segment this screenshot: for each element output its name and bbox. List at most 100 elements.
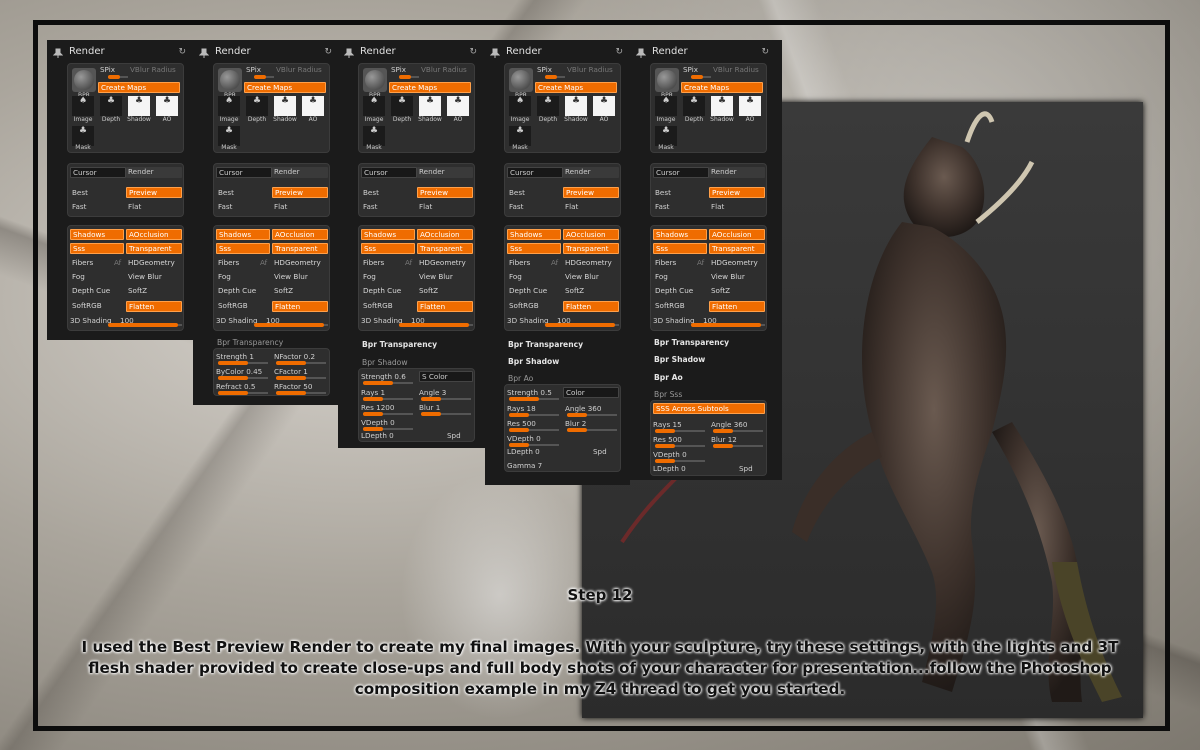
render-button[interactable]: Render (709, 167, 765, 178)
ao-map-thumb[interactable]: ♣ (447, 96, 469, 116)
ao-rays-slider[interactable] (509, 413, 559, 417)
ao-map-thumb[interactable]: ♣ (156, 96, 178, 116)
angle-slider[interactable] (421, 397, 471, 401)
spix-slider[interactable] (254, 75, 274, 79)
bpr-shadow-section[interactable]: Bpr Shadow (508, 357, 559, 366)
bpr-ao-section[interactable]: Bpr Ao (654, 373, 683, 382)
bpr-button[interactable]: BPR (655, 68, 679, 99)
ao-spd[interactable]: Spd (593, 446, 607, 457)
depth-map-thumb[interactable]: ♣ (391, 96, 413, 116)
ao-map-thumb[interactable]: ♣ (593, 96, 615, 116)
refresh-icon[interactable]: ↻ (324, 42, 332, 62)
aocclusion-toggle[interactable]: AOcclusion (417, 229, 473, 240)
ao-strength-slider[interactable] (509, 397, 559, 401)
spix-slider[interactable] (399, 75, 419, 79)
transparent-toggle[interactable]: Transparent (563, 243, 619, 255)
ao-ldepth[interactable]: LDepth 0 (507, 446, 540, 457)
aocclusion-toggle[interactable]: AOcclusion (709, 229, 765, 240)
aocclusion-toggle[interactable]: AOcclusion (272, 229, 328, 240)
ao-map-thumb[interactable]: ♣ (739, 96, 761, 116)
bpr-transparency-section[interactable]: Bpr Transparency (362, 340, 437, 349)
preview-button[interactable]: Preview (126, 187, 182, 198)
mask-map-thumb[interactable]: ♣ (218, 126, 240, 146)
softrgb-toggle[interactable]: SoftRGB (507, 301, 561, 312)
render-button[interactable]: Render (272, 167, 328, 178)
spix-slider[interactable] (108, 75, 128, 79)
flatten-toggle[interactable]: Flatten (709, 300, 765, 312)
flat-label[interactable]: Flat (128, 201, 141, 212)
shadows-toggle[interactable]: Shadows (653, 229, 707, 240)
ao-gamma[interactable]: Gamma 7 (507, 460, 542, 471)
flatten-toggle[interactable]: Flatten (417, 300, 473, 312)
hdgeometry-toggle[interactable]: HDGeometry (272, 258, 328, 269)
best-label[interactable]: Best (363, 187, 379, 198)
mask-map-thumb[interactable]: ♣ (655, 126, 677, 146)
cursor-button[interactable]: Cursor (216, 167, 272, 178)
mask-map-thumb[interactable]: ♣ (72, 126, 94, 146)
ao-res-slider[interactable] (509, 428, 559, 432)
shadow-map-thumb[interactable]: ♣ (274, 96, 296, 116)
depth-cue-toggle[interactable]: Depth Cue (70, 286, 124, 297)
blur-slider[interactable] (421, 412, 471, 416)
transparent-toggle[interactable]: Transparent (126, 243, 182, 255)
depth-map-thumb[interactable]: ♣ (100, 96, 122, 116)
fog-toggle[interactable]: Fog (653, 272, 707, 283)
softrgb-toggle[interactable]: SoftRGB (653, 301, 707, 312)
sss-blur-slider[interactable] (713, 444, 763, 448)
strength-slider[interactable] (218, 361, 268, 365)
flat-label[interactable]: Flat (565, 201, 578, 212)
best-label[interactable]: Best (655, 187, 671, 198)
shadow-map-thumb[interactable]: ♣ (128, 96, 150, 116)
sss-across-subtools-button[interactable]: SSS Across Subtools (653, 403, 765, 414)
ao-blur-slider[interactable] (567, 428, 617, 432)
fast-label[interactable]: Fast (363, 201, 377, 212)
transparent-toggle[interactable]: Transparent (417, 243, 473, 255)
best-label[interactable]: Best (72, 187, 88, 198)
aocclusion-toggle[interactable]: AOcclusion (563, 229, 619, 240)
sss-angle-slider[interactable] (713, 429, 763, 433)
create-maps-button[interactable]: Create Maps (535, 82, 617, 93)
bpr-button[interactable]: BPR (218, 68, 242, 99)
shadow-color-swatch[interactable]: S Color (419, 371, 473, 382)
bycolor-slider[interactable] (218, 376, 268, 380)
depth-map-thumb[interactable]: ♣ (246, 96, 268, 116)
bpr-button[interactable]: BPR (363, 68, 387, 99)
shadows-toggle[interactable]: Shadows (361, 229, 415, 240)
flat-label[interactable]: Flat (711, 201, 724, 212)
preview-button[interactable]: Preview (272, 187, 328, 198)
hdgeometry-toggle[interactable]: HDGeometry (417, 258, 473, 269)
transparent-toggle[interactable]: Transparent (709, 243, 765, 255)
ao-angle-slider[interactable] (567, 413, 617, 417)
fog-toggle[interactable]: Fog (361, 272, 415, 283)
flat-label[interactable]: Flat (274, 201, 287, 212)
strength-slider[interactable] (363, 381, 413, 385)
hdgeometry-toggle[interactable]: HDGeometry (709, 258, 765, 269)
image-map-thumb[interactable]: ♠ (218, 96, 240, 116)
create-maps-button[interactable]: Create Maps (389, 82, 471, 93)
shadows-toggle[interactable]: Shadows (216, 229, 270, 240)
transparent-toggle[interactable]: Transparent (272, 243, 328, 255)
flat-label[interactable]: Flat (419, 201, 432, 212)
fog-toggle[interactable]: Fog (507, 272, 561, 283)
fog-toggle[interactable]: Fog (216, 272, 270, 283)
aocclusion-toggle[interactable]: AOcclusion (126, 229, 182, 240)
softrgb-toggle[interactable]: SoftRGB (70, 301, 124, 312)
view-blur-toggle[interactable]: View Blur (417, 272, 473, 283)
ao-map-thumb[interactable]: ♣ (302, 96, 324, 116)
shadow-map-thumb[interactable]: ♣ (565, 96, 587, 116)
view-blur-toggle[interactable]: View Blur (563, 272, 619, 283)
sss-toggle[interactable]: Sss (70, 243, 124, 255)
bpr-shadow-section[interactable]: Bpr Shadow (654, 355, 705, 364)
refresh-icon[interactable]: ↻ (178, 42, 186, 62)
cursor-button[interactable]: Cursor (653, 167, 709, 178)
render-button[interactable]: Render (563, 167, 619, 178)
refract-slider[interactable] (218, 391, 268, 395)
bpr-sss-section[interactable]: Bpr Sss (654, 390, 682, 399)
sss-spd[interactable]: Spd (739, 463, 753, 474)
sss-toggle[interactable]: Sss (653, 243, 707, 255)
spix-slider[interactable] (691, 75, 711, 79)
depth-cue-toggle[interactable]: Depth Cue (216, 286, 270, 297)
softz-toggle[interactable]: SoftZ (417, 286, 473, 297)
shadows-toggle[interactable]: Shadows (70, 229, 124, 240)
bpr-button[interactable]: BPR (72, 68, 96, 99)
